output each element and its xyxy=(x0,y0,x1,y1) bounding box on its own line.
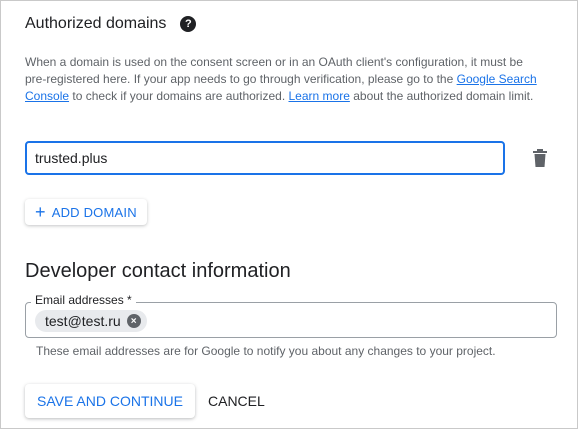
authorized-domains-title: Authorized domains ? xyxy=(25,15,197,33)
developer-contact-heading: Developer contact information xyxy=(25,260,291,282)
authorized-domains-title-text: Authorized domains xyxy=(25,15,167,32)
email-chip: test@test.ru × xyxy=(35,310,147,332)
trash-icon[interactable] xyxy=(532,149,548,167)
add-domain-label: ADD DOMAIN xyxy=(51,204,137,220)
authorized-domain-input[interactable]: trusted.plus xyxy=(25,141,505,175)
description-text-2: to check if your domains are authorized. xyxy=(72,89,286,103)
email-helper-text: These email addresses are for Google to … xyxy=(36,344,496,358)
chip-remove-icon[interactable]: × xyxy=(126,314,141,328)
add-domain-button[interactable]: + ADD DOMAIN xyxy=(25,199,147,225)
authorized-domains-description: When a domain is used on the consent scr… xyxy=(25,54,545,105)
description-text-3: about the authorized domain limit. xyxy=(353,89,534,103)
email-addresses-label: Email addresses * xyxy=(31,293,136,307)
email-chip-text: test@test.ru xyxy=(45,313,121,329)
save-and-continue-button[interactable]: SAVE AND CONTINUE xyxy=(25,384,195,418)
learn-more-link[interactable]: Learn more xyxy=(289,89,350,103)
cancel-button[interactable]: CANCEL xyxy=(200,384,273,418)
description-text-1: When a domain is used on the consent scr… xyxy=(25,55,523,86)
help-icon[interactable]: ? xyxy=(180,16,197,32)
plus-icon: + xyxy=(35,202,46,222)
oauth-consent-form: Authorized domains ? When a domain is us… xyxy=(0,0,578,429)
